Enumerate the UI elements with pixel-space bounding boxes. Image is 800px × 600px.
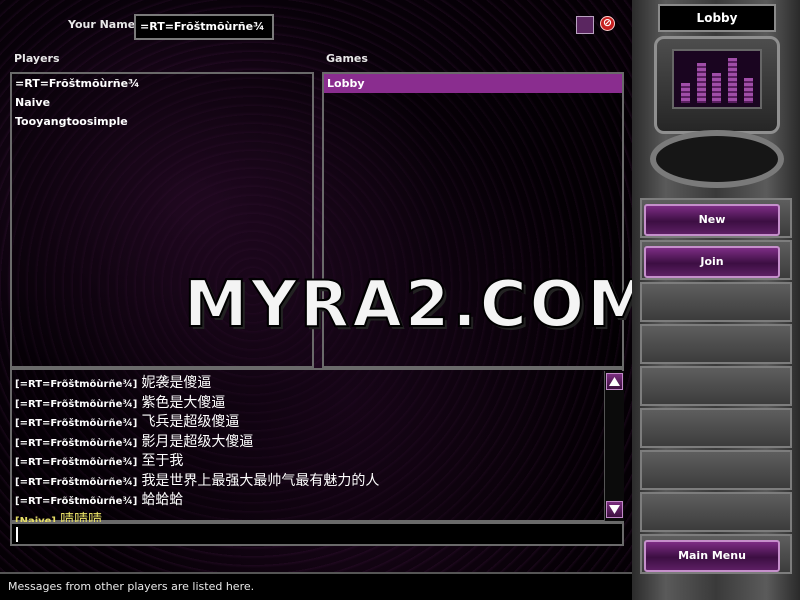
watermark: MYRA2.COM xyxy=(183,267,654,343)
new-button[interactable]: New xyxy=(644,204,780,236)
players-label: Players xyxy=(14,52,60,65)
chat-line: [=RT=Frõštmõùrñe¾] 紫色是大傻逼 xyxy=(15,392,619,412)
chat-message: 飞兵是超级傻逼 xyxy=(141,414,240,430)
chat-nick: [=RT=Frõštmõùrñe¾] xyxy=(15,437,138,449)
chat-message: 妮袭是傻逼 xyxy=(141,375,212,391)
chat-nick: [=RT=Frõštmõùrñe¾] xyxy=(15,457,138,468)
chat-nick: [=RT=Frõštmõùrñe¾] xyxy=(15,418,138,429)
game-item-lobby[interactable]: Lobby xyxy=(324,74,622,93)
chat-line: [=RT=Frõštmõùrñe¾] 蛤蛤蛤 xyxy=(15,489,619,509)
chat-message: 紫色是大傻逼 xyxy=(141,394,226,411)
equalizer-screen xyxy=(672,49,762,109)
chat-nick: [=RT=Frõštmõùrñe¾] xyxy=(15,398,138,410)
cancel-icon[interactable]: ⊘ xyxy=(600,16,615,31)
player-item[interactable]: Naive xyxy=(12,93,312,112)
scroll-down-button[interactable] xyxy=(606,501,623,518)
sidebar: Lobby New Join Main Menu xyxy=(632,0,800,600)
join-button[interactable]: Join xyxy=(644,246,780,278)
player-item[interactable]: Tooyangtoosimple xyxy=(12,112,312,131)
chat-message: 蛤蛤蛤 xyxy=(141,492,184,508)
arrow-up-icon xyxy=(609,377,620,386)
device-ring xyxy=(650,130,784,188)
chat-nick: [=RT=Frõštmõùrñe¾] xyxy=(15,496,138,507)
chat-input[interactable] xyxy=(10,522,624,546)
menu-slot-empty xyxy=(640,450,792,490)
chat-log: [=RT=Frõštmõùrñe¾] 妮袭是傻逼 [=RT=Frõštmõùrñe… xyxy=(10,368,624,528)
chat-message: 影月是超级大傻逼 xyxy=(141,433,254,450)
arrow-down-icon xyxy=(609,505,620,514)
chat-nick: [=RT=Frõštmõùrñe¾] xyxy=(15,379,138,390)
chat-line: [=RT=Frõštmõùrñe¾] 飞兵是超级傻逼 xyxy=(15,411,619,431)
your-name-input[interactable]: =RT=Frõštmõùrñe¾ xyxy=(134,14,274,40)
your-name-label: Your Name xyxy=(68,18,136,31)
menu-slot-empty xyxy=(640,366,792,406)
radar-device xyxy=(654,36,780,134)
games-label: Games xyxy=(326,52,368,65)
status-bar: Messages from other players are listed h… xyxy=(0,572,632,600)
scroll-up-button[interactable] xyxy=(606,373,623,390)
chat-nick: [=RT=Frõštmõùrñe¾] xyxy=(15,476,138,488)
chat-message: 至于我 xyxy=(141,453,184,469)
chat-line: [=RT=Frõštmõùrñe¾] 妮袭是傻逼 xyxy=(15,372,619,392)
menu-slot-empty xyxy=(640,324,792,364)
menu-slot-empty xyxy=(640,282,792,322)
chat-line: [=RT=Frõštmõùrñe¾] 影月是超级大傻逼 xyxy=(15,431,619,451)
chat-line: [=RT=Frõštmõùrñe¾] 至于我 xyxy=(15,450,619,470)
sidebar-title: Lobby xyxy=(658,4,776,32)
menu-slot-empty xyxy=(640,492,792,532)
text-cursor xyxy=(16,527,18,542)
player-item[interactable]: =RT=Frõštmõùrñe¾ xyxy=(12,74,312,93)
main-menu-button[interactable]: Main Menu xyxy=(644,540,780,572)
color-swatch-button[interactable] xyxy=(576,16,594,34)
chat-scrollbar[interactable] xyxy=(604,371,624,521)
menu-slot-empty xyxy=(640,408,792,448)
chat-line: [=RT=Frõštmõùrñe¾] 我是世界上最强大最帅气最有魅力的人 xyxy=(15,470,619,490)
chat-message: 我是世界上最强大最帅气最有魅力的人 xyxy=(141,472,380,489)
